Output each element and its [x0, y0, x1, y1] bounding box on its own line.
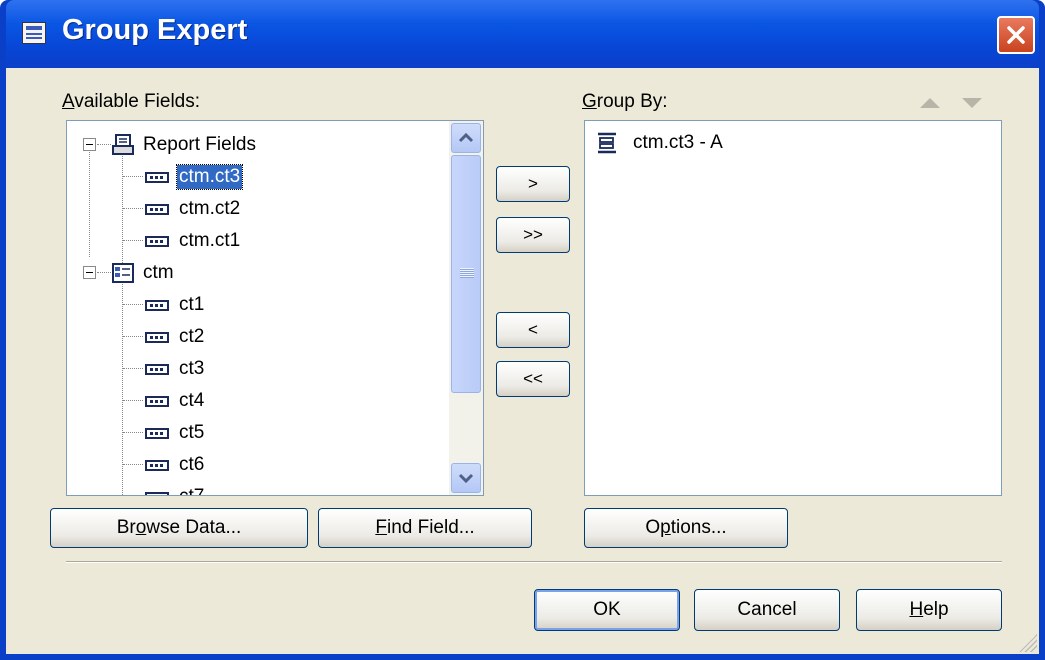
tree-node-label: ct2 [179, 326, 205, 347]
scroll-up-button[interactable] [451, 123, 481, 153]
button-label: elp [923, 599, 949, 620]
tree-connector [89, 145, 90, 257]
tree-node-ctm-ct2[interactable]: ctm.ct2 [145, 193, 242, 225]
collapse-toggle[interactable] [83, 266, 96, 279]
tree-connector [123, 368, 143, 369]
tree-connector [123, 432, 143, 433]
collapse-toggle[interactable] [83, 138, 96, 151]
group-by-item-label: ctm.ct3 - A [633, 132, 723, 153]
button-label: tions... [670, 517, 727, 538]
scroll-thumb[interactable] [451, 155, 481, 393]
close-icon [1007, 26, 1025, 44]
accelerator-key: p [660, 517, 671, 538]
table-icon [112, 263, 134, 283]
tree-node-report-fields[interactable]: Report Fields [111, 129, 258, 161]
tree-connector [123, 400, 143, 401]
tree-connector [123, 240, 143, 241]
button-label: ind Field... [386, 517, 475, 538]
available-fields-label: Available Fields: [62, 91, 201, 112]
tree-scrollbar[interactable] [449, 121, 483, 495]
button-label: Br [116, 517, 136, 538]
field-icon [145, 171, 169, 183]
tree-node-ct5[interactable]: ct5 [145, 417, 206, 449]
dialog-client-area: Available Fields: Report Fields ctm.ct3 … [6, 68, 1039, 654]
group-by-item[interactable]: ctm.ct3 - A [595, 127, 723, 159]
tree-node-ctm[interactable]: ctm [111, 257, 176, 289]
help-button[interactable]: Help [856, 589, 1002, 631]
tree-connector [122, 145, 123, 495]
tree-node-ct3[interactable]: ct3 [145, 353, 206, 385]
find-field-button[interactable]: Find Field... [318, 508, 532, 548]
tree-node-label: ct6 [179, 454, 205, 475]
move-up-button[interactable] [916, 92, 944, 114]
group-by-label: Group By: [582, 91, 668, 112]
add-field-button[interactable]: > [496, 166, 570, 202]
title-bar[interactable]: Group Expert [6, 0, 1039, 68]
field-icon [145, 363, 169, 375]
tree-node-label: Report Fields [143, 134, 256, 155]
group-sort-icon [598, 132, 616, 154]
tree-node-label: ct4 [179, 390, 205, 411]
tree-connector [123, 176, 143, 177]
options-button[interactable]: Op tions... [584, 508, 788, 548]
close-button[interactable] [997, 16, 1035, 54]
tree-connector [123, 464, 143, 465]
chevron-up-icon [458, 132, 474, 143]
tree-node-label: ct3 [179, 358, 205, 379]
dialog-separator [66, 561, 1002, 563]
triangle-up-icon [920, 98, 940, 108]
tree-connector [123, 336, 143, 337]
tree-node-ct2[interactable]: ct2 [145, 321, 206, 353]
tree-node-ct4[interactable]: ct4 [145, 385, 206, 417]
field-icon [145, 299, 169, 311]
window-app-icon [22, 22, 46, 44]
field-icon [145, 427, 169, 439]
tree-connector [123, 208, 143, 209]
move-down-button[interactable] [958, 92, 986, 114]
tree-connector [97, 272, 111, 273]
field-icon [145, 491, 169, 495]
window-title: Group Expert [62, 14, 248, 46]
tree-node-label: ct1 [179, 294, 205, 315]
group-expert-window: Group Expert Available Fields: Report Fi… [0, 0, 1045, 660]
triangle-down-icon [962, 98, 982, 108]
browse-data-button[interactable]: Br o wse Data... [50, 508, 308, 548]
remove-all-fields-button[interactable]: << [496, 361, 570, 397]
button-label: O [645, 517, 661, 538]
tree-connector [123, 304, 143, 305]
tree-node-ctm-ct1[interactable]: ctm.ct1 [145, 225, 242, 257]
tree-node-label: ctm.ct2 [179, 198, 241, 219]
add-all-fields-button[interactable]: >> [496, 217, 570, 253]
tree-node-label: ct5 [179, 422, 205, 443]
available-fields-tree[interactable]: Report Fields ctm.ct3 ctm.ct2 ctm.ct1 ct… [66, 120, 484, 496]
tree-node-label: ct7 [177, 485, 206, 495]
accelerator-key: F [375, 517, 387, 538]
tree-node-label: ctm [143, 262, 174, 283]
remove-field-button[interactable]: < [496, 312, 570, 348]
field-icon [145, 395, 169, 407]
field-icon [145, 235, 169, 247]
tree-node-ct7[interactable]: ct7 [145, 481, 206, 495]
tree-connector [97, 144, 111, 145]
tree-node-ct6[interactable]: ct6 [145, 449, 206, 481]
report-fields-icon [112, 134, 134, 155]
accelerator-key: H [909, 599, 924, 620]
ok-button[interactable]: OK [534, 589, 680, 631]
grip-icon [460, 268, 474, 278]
accelerator-key: o [135, 517, 147, 538]
field-icon [145, 459, 169, 471]
field-icon [145, 203, 169, 215]
chevron-down-icon [458, 473, 474, 484]
resize-grip-icon[interactable] [1019, 634, 1037, 652]
field-icon [145, 331, 169, 343]
scroll-down-button[interactable] [451, 463, 481, 493]
button-label: wse Data... [146, 517, 242, 538]
tree-node-ct1[interactable]: ct1 [145, 289, 206, 321]
tree-node-label: ctm.ct1 [179, 230, 241, 251]
group-by-list[interactable]: ctm.ct3 - A [584, 120, 1002, 496]
tree-node-label: ctm.ct3 [175, 164, 244, 190]
tree-node-ctm-ct3[interactable]: ctm.ct3 [145, 161, 244, 193]
cancel-button[interactable]: Cancel [694, 589, 840, 631]
